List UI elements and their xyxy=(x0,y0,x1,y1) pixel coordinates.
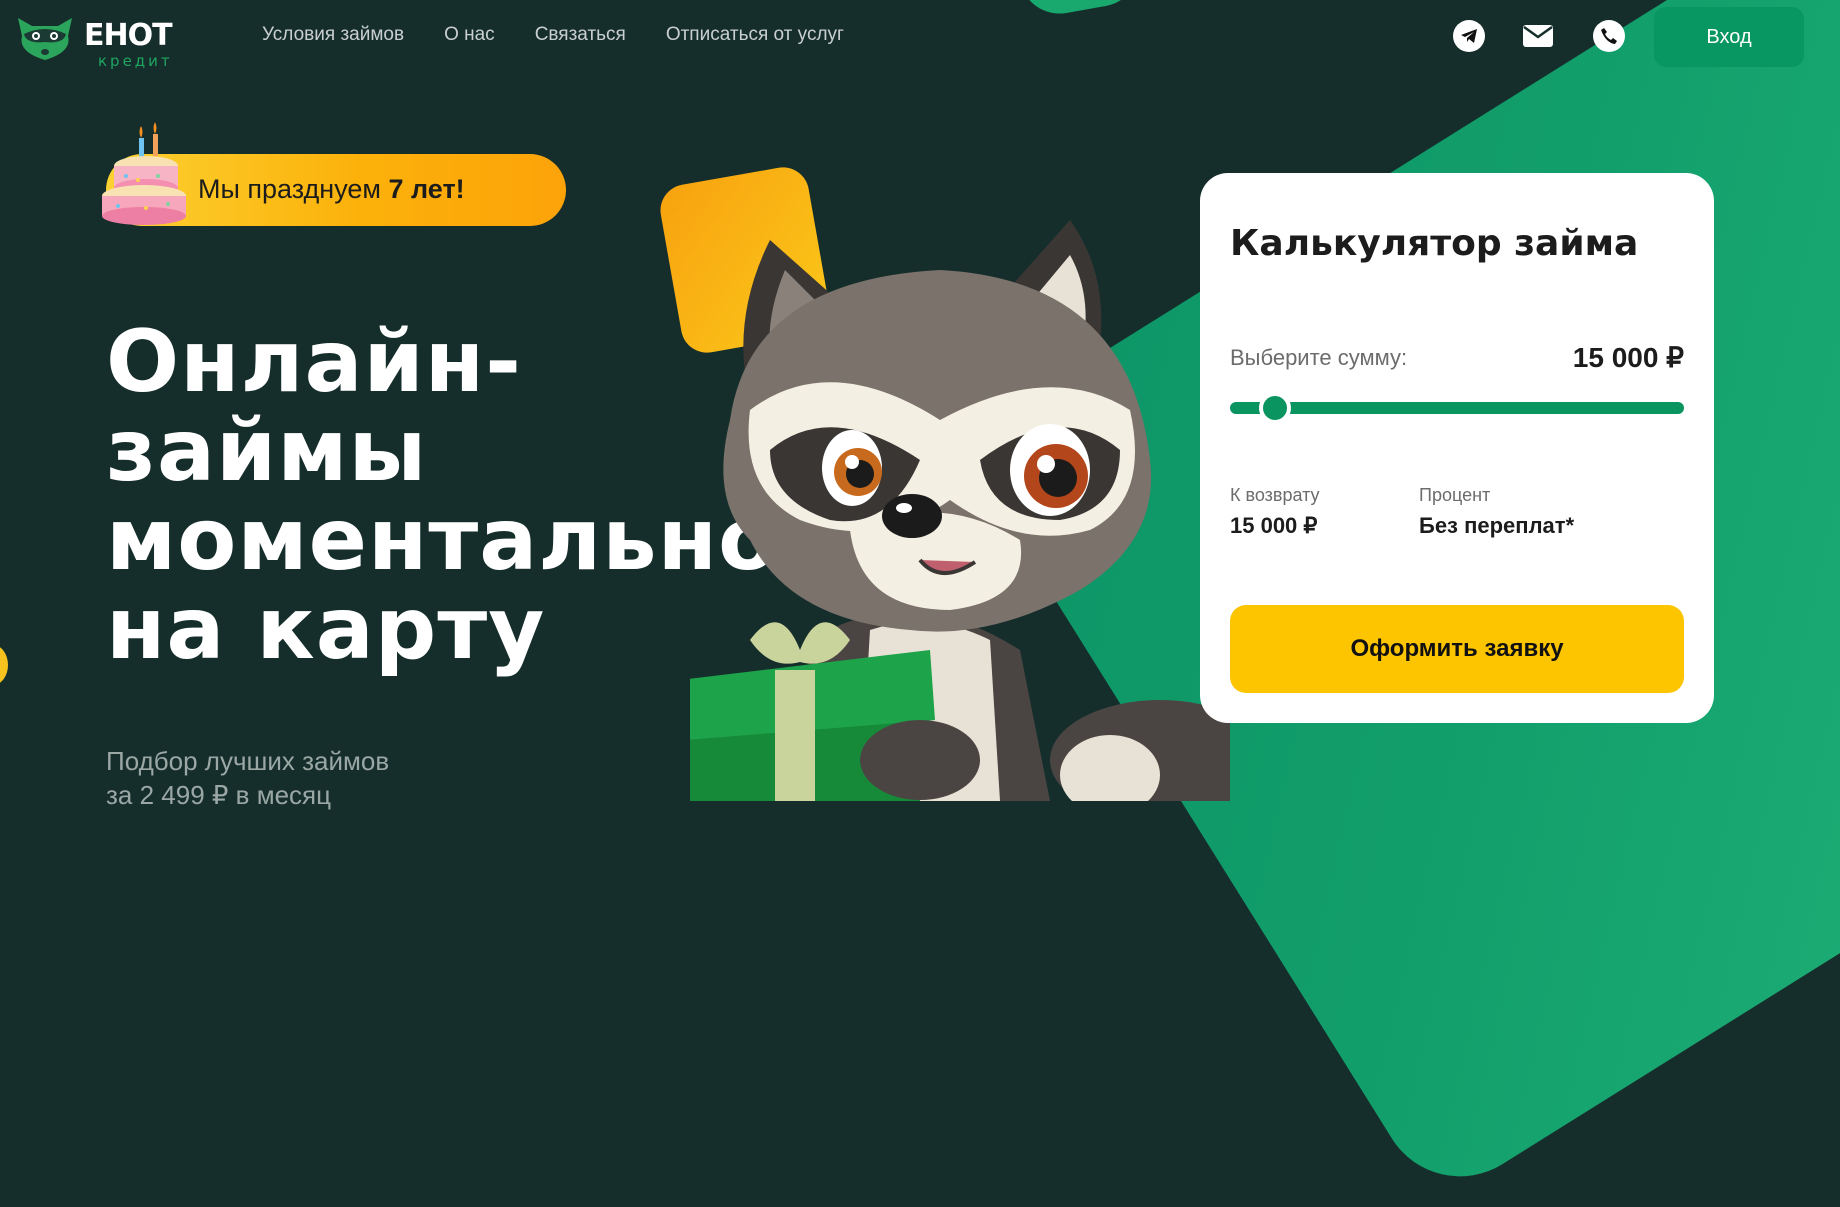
apply-button[interactable]: Оформить заявку xyxy=(1230,605,1684,693)
badge-highlight: 7 лет! xyxy=(388,174,465,204)
nav-unsubscribe[interactable]: Отписаться от услуг xyxy=(666,24,844,46)
nav-contact[interactable]: Связаться xyxy=(535,24,626,46)
loan-calculator-card: Калькулятор займа Выберите сумму: 15 000… xyxy=(1200,173,1714,723)
decor-yellow-dot xyxy=(0,645,8,685)
login-button[interactable]: Вход xyxy=(1654,7,1804,67)
return-value: 15 000 ₽ xyxy=(1230,513,1318,538)
badge-text: Мы празднуем 7 лет! xyxy=(198,174,465,204)
amount-slider[interactable] xyxy=(1230,392,1684,424)
percent-label: Процент xyxy=(1419,485,1491,505)
telegram-icon[interactable] xyxy=(1453,20,1485,52)
birthday-cake-icon xyxy=(102,122,186,225)
nav-about[interactable]: О нас xyxy=(444,24,495,46)
logo-word: ЕНОТ xyxy=(84,18,173,53)
phone-icon[interactable] xyxy=(1593,20,1625,52)
nav-loan-terms[interactable]: Условия займов xyxy=(262,24,404,46)
raccoon-logo-icon xyxy=(18,18,72,60)
logo[interactable]: ЕНОТ кредит xyxy=(14,12,174,70)
calculator-title: Калькулятор займа xyxy=(1230,223,1639,264)
main-nav: Условия займов О нас Связаться Отписатьс… xyxy=(262,24,844,46)
amount-slider-thumb[interactable] xyxy=(1258,392,1291,424)
mail-icon[interactable] xyxy=(1522,20,1554,52)
raccoon-mascot-illustration xyxy=(690,220,1230,801)
sum-value: 15 000 ₽ xyxy=(1572,342,1684,373)
site-header: ЕНОТ кредит Условия займов О нас Связать… xyxy=(0,0,1840,72)
percent-value: Без переплат* xyxy=(1419,513,1575,538)
logo-subtitle: кредит xyxy=(98,52,173,70)
return-label: К возврату xyxy=(1230,485,1320,505)
hero-subtitle: Подбор лучших займов за 2 499 ₽ в месяц xyxy=(106,746,390,810)
sum-label: Выберите сумму: xyxy=(1230,345,1408,370)
